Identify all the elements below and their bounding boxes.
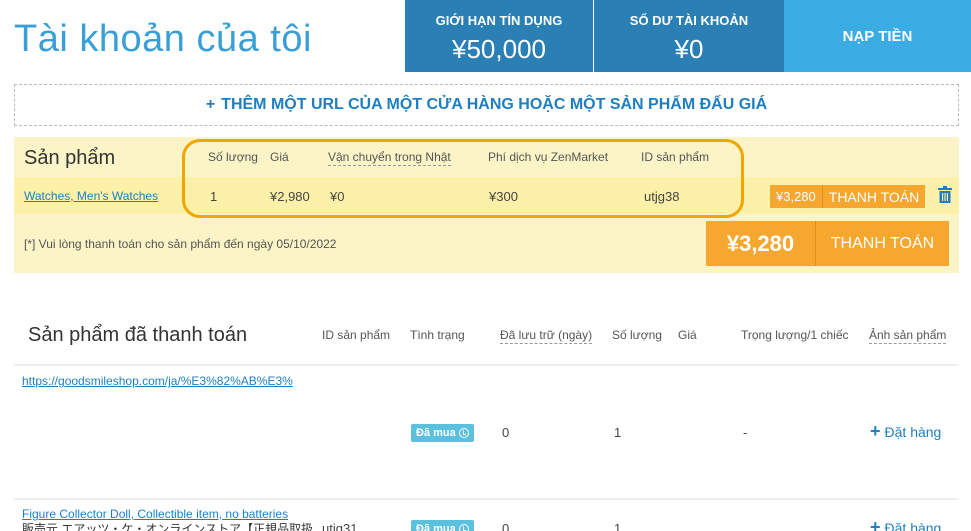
cart-item-row: Watches, Men's Watches 1 ¥2,980 ¥0 ¥300 … (14, 177, 959, 214)
paid-item-quantity: 1 (614, 521, 622, 531)
cart-title: Sản phẩm (24, 147, 116, 169)
topup-button[interactable]: NẠP TIỀN (784, 0, 971, 72)
col-service-fee: Phí dịch vụ ZenMarket (488, 150, 609, 164)
credit-limit-label: GIỚI HẠN TÍN DỤNG (435, 13, 563, 28)
add-url-button[interactable]: + THÊM MỘT URL CỦA MỘT CỬA HÀNG HOẶC MỘT… (14, 84, 959, 126)
cart-item-quantity: 1 (210, 189, 218, 204)
order-button[interactable]: + Đặt hàng (870, 517, 941, 531)
cart-item-service-fee: ¥300 (489, 189, 518, 204)
order-label: Đặt hàng (884, 423, 942, 440)
clock-icon (458, 524, 469, 531)
plus-icon: + (870, 421, 881, 441)
divider (14, 364, 959, 366)
paid-section-title: Sản phẩm đã thanh toán (28, 324, 248, 346)
paid-col-quantity: Số lượng (612, 328, 662, 342)
item-pay-button[interactable]: ¥3,280 THANH TOÁN (770, 185, 926, 208)
paid-item-storage: 0 (502, 521, 510, 531)
divider (14, 498, 959, 500)
credit-limit-value: ¥50,000 (452, 34, 546, 64)
paid-col-storage[interactable]: Đã lưu trữ (ngày) (500, 328, 593, 344)
cart-header: Sản phẩm Số lượng Giá Vận chuyển trong N… (14, 137, 959, 177)
status-badge-label: Đã mua (416, 523, 456, 531)
col-price: Giá (270, 150, 289, 164)
paid-item-subtext: 販売元 エアッツ・ケ・オンラインストア【正規品取扱 (22, 522, 314, 531)
plus-icon: + (870, 517, 881, 531)
status-badge-label: Đã mua (416, 427, 456, 439)
account-balance-panel: SỐ DƯ TÀI KHOẢN ¥0 (594, 0, 784, 72)
cart-item-link[interactable]: Watches, Men's Watches (24, 189, 158, 203)
paid-col-price: Giá (678, 328, 697, 342)
account-balance-label: SỐ DƯ TÀI KHOẢN (629, 13, 749, 28)
paid-item-link[interactable]: https://goodsmileshop.com/ja/%E3%82%AB%E… (22, 374, 293, 388)
trash-icon[interactable] (938, 186, 954, 204)
account-balance-value: ¥0 (674, 34, 704, 64)
paid-item-quantity: 1 (614, 425, 622, 440)
item-pay-label: THANH TOÁN (828, 188, 920, 205)
cart-section: Sản phẩm Số lượng Giá Vận chuyển trong N… (14, 137, 959, 273)
total-pay-button[interactable]: ¥3,280 THANH TOÁN (706, 221, 949, 266)
paid-col-status: Tình trạng (410, 328, 465, 342)
col-product-id: ID sản phẩm (641, 150, 710, 164)
clock-icon (458, 428, 469, 438)
payment-deadline-notice: [*] Vui lòng thanh toán cho sản phẩm đến… (24, 237, 337, 251)
total-pay-label: THANH TOÁN (830, 234, 935, 252)
col-shipping[interactable]: Vận chuyển trong Nhật (328, 150, 451, 166)
page-title: Tài khoản của tôi (14, 18, 312, 60)
add-url-label: THÊM MỘT URL CỦA MỘT CỬA HÀNG HOẶC MỘT S… (221, 96, 768, 113)
item-pay-amount: ¥3,280 (770, 185, 823, 208)
plus-icon: + (205, 96, 216, 113)
paid-item-link[interactable]: Figure Collector Doll, Collectible item,… (22, 507, 288, 521)
cart-item-shipping: ¥0 (330, 189, 345, 204)
order-label: Đặt hàng (884, 519, 942, 531)
paid-item-storage: 0 (502, 425, 510, 440)
status-badge: Đã mua (411, 424, 474, 442)
paid-item-weight: - (743, 425, 748, 440)
paid-col-photos[interactable]: Ảnh sản phẩm (869, 328, 947, 344)
col-quantity: Số lượng (208, 150, 258, 164)
status-badge: Đã mua (411, 520, 474, 531)
cart-item-product-id: utjg38 (644, 189, 680, 204)
paid-item-product-id: utjg31 (322, 521, 358, 531)
paid-col-product-id: ID sản phẩm (322, 328, 391, 342)
cart-item-price: ¥2,980 (270, 189, 310, 204)
paid-col-weight: Trọng lượng/1 chiếc (741, 328, 849, 342)
order-button[interactable]: + Đặt hàng (870, 421, 941, 442)
total-pay-amount: ¥3,280 (706, 221, 816, 266)
credit-limit-panel: GIỚI HẠN TÍN DỤNG ¥50,000 (405, 0, 593, 72)
